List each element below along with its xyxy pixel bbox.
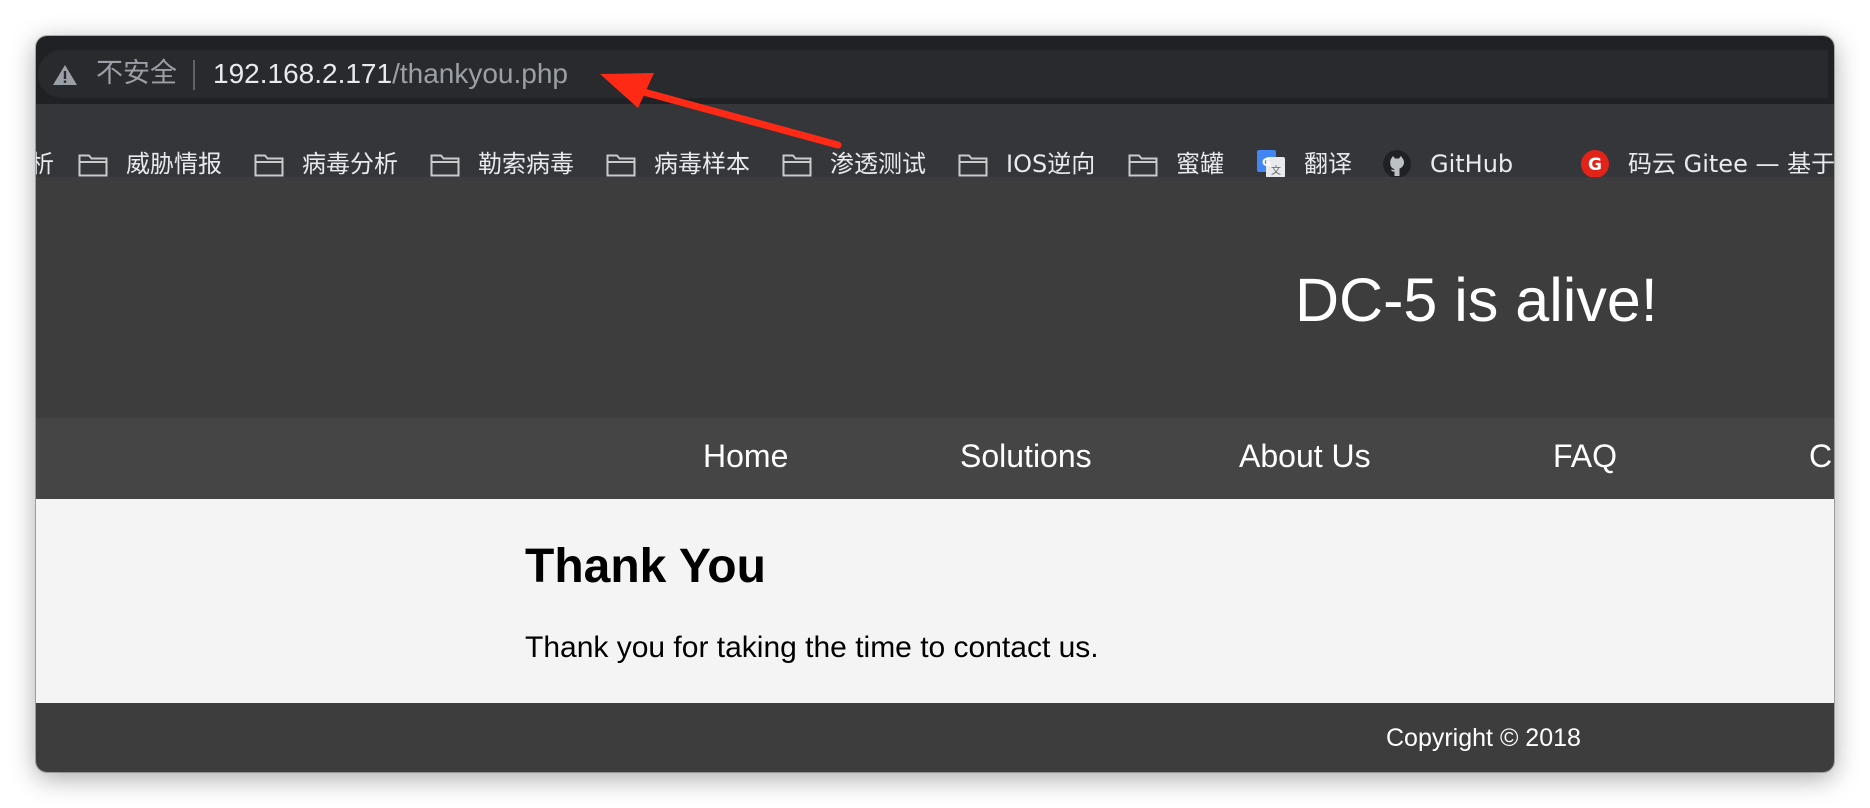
- nav-home[interactable]: Home: [703, 436, 788, 476]
- github-icon: [1383, 150, 1411, 178]
- warning-icon[interactable]: [52, 64, 78, 86]
- url-host: 192.168.2.171: [213, 58, 393, 89]
- url-text[interactable]: 192.168.2.171/thankyou.php: [213, 58, 568, 90]
- separator: [193, 60, 195, 90]
- omnibox[interactable]: 不安全 192.168.2.171/thankyou.php: [38, 50, 1828, 98]
- nav-about-us[interactable]: About Us: [1239, 436, 1371, 476]
- folder-icon: [782, 154, 812, 177]
- bookmark-label: 威胁情报: [126, 150, 222, 178]
- svg-text:G: G: [1588, 155, 1602, 175]
- main-content: Thank You Thank you for taking the time …: [36, 499, 1834, 703]
- folder-icon: [1128, 154, 1158, 177]
- url-path: /thankyou.php: [392, 58, 568, 89]
- gitee-icon: G: [1581, 150, 1609, 178]
- bookmark-label: 渗透测试: [830, 150, 926, 178]
- nav-faq[interactable]: FAQ: [1553, 436, 1617, 476]
- bookmark-label: 翻译: [1304, 150, 1352, 178]
- bookmark-label: GitHub: [1430, 150, 1514, 178]
- browser-window: 不安全 192.168.2.171/thankyou.php 析 威胁情报 病毒…: [36, 36, 1834, 772]
- bookmark-label: 病毒样本: [654, 150, 750, 178]
- site-footer: Copyright © 2018: [36, 703, 1834, 772]
- folder-icon: [254, 154, 284, 177]
- folder-icon: [606, 154, 636, 177]
- bookmark-label: 病毒分析: [302, 150, 398, 178]
- svg-text:文: 文: [1271, 164, 1281, 177]
- folder-icon: [78, 154, 108, 177]
- page-heading: Thank You: [525, 540, 766, 593]
- address-bar: 不安全 192.168.2.171/thankyou.php: [36, 36, 1834, 104]
- copyright-text: Copyright © 2018: [1386, 724, 1581, 752]
- bookmark-label: IOS逆向: [1006, 150, 1096, 178]
- nav-contact-partial[interactable]: C: [1809, 436, 1832, 476]
- google-translate-icon: G 文: [1257, 150, 1285, 178]
- bookmark-label: 码云 Gitee — 基于...: [1628, 150, 1834, 178]
- security-status[interactable]: 不安全: [96, 59, 177, 89]
- bookmark-label: 勒索病毒: [478, 150, 574, 178]
- bookmark-label: 蜜罐: [1176, 150, 1224, 178]
- nav-solutions[interactable]: Solutions: [960, 436, 1092, 476]
- folder-icon: [430, 154, 460, 177]
- site-title: DC-5 is alive!: [1295, 266, 1658, 334]
- site-header: DC-5 is alive!: [36, 177, 1834, 418]
- folder-icon: [958, 154, 988, 177]
- svg-text:G: G: [1262, 156, 1271, 169]
- site-nav: Home Solutions About Us FAQ C: [36, 418, 1834, 499]
- thank-you-message: Thank you for taking the time to contact…: [525, 631, 1099, 664]
